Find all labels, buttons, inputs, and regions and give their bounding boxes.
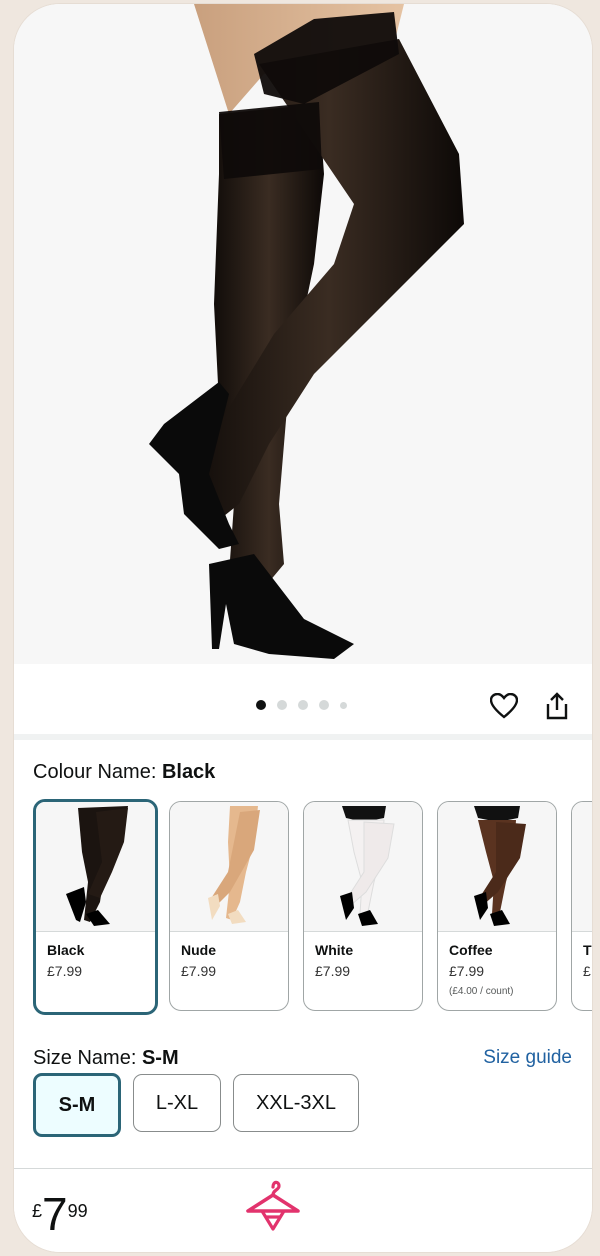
colour-swatch-coffee[interactable]: Coffee £7.99 (£4.00 / count)	[437, 801, 557, 1011]
colour-swatch-white[interactable]: White £7.99	[303, 801, 423, 1011]
price-fraction: 99	[67, 1201, 88, 1221]
share-button[interactable]	[539, 688, 575, 724]
size-option-xxl-3xl[interactable]: XXL-3XL	[233, 1074, 359, 1132]
page-dot-active[interactable]	[256, 700, 266, 710]
share-icon	[546, 692, 568, 720]
size-option-s-m[interactable]: S-M	[33, 1073, 121, 1137]
product-screen: Colour Name: Black Black £7.99 Nude £7.9…	[14, 4, 592, 1252]
price-display: £ 7 99	[32, 1191, 88, 1237]
page-dot[interactable]	[319, 700, 329, 710]
swatch-name: White	[315, 942, 354, 958]
swatch-price: £7.99	[315, 963, 351, 979]
stockings-photo	[149, 4, 464, 659]
heart-icon	[490, 693, 518, 719]
size-guide-link[interactable]: Size guide	[483, 1047, 572, 1069]
swatch-price: £7.99	[449, 963, 485, 979]
colour-swatch-partial[interactable]: T £	[571, 801, 592, 1011]
page-dot[interactable]	[340, 701, 347, 709]
gallery-pagination[interactable]	[256, 700, 347, 710]
colour-name-value: Black	[161, 761, 216, 783]
swatch-thumbnail	[572, 802, 592, 932]
wishlist-button[interactable]	[486, 688, 522, 724]
swatch-thumbnail	[170, 802, 288, 932]
colour-swatch-black[interactable]: Black £7.99	[33, 799, 158, 1015]
size-options: S-M L-XL XXL-3XL	[33, 1073, 359, 1137]
page-dot[interactable]	[277, 700, 287, 710]
colour-name-label: Colour Name: Black	[33, 761, 216, 783]
swatch-thumbnail	[36, 802, 155, 932]
colour-swatch-nude[interactable]: Nude £7.99	[169, 801, 289, 1011]
swatch-name: Nude	[181, 942, 216, 958]
bottom-bar: £ 7 99	[14, 1168, 592, 1252]
swatch-price: £7.99	[181, 963, 217, 979]
gallery-controls	[14, 664, 592, 740]
swatch-price: £	[583, 963, 591, 979]
swatch-thumbnail	[438, 802, 556, 932]
swatch-name: T	[583, 942, 592, 958]
swatch-thumbnail	[304, 802, 422, 932]
size-name-value: S-M	[141, 1047, 179, 1069]
page-dot[interactable]	[298, 700, 308, 710]
swatch-price: £7.99	[47, 963, 83, 979]
colour-swatch-list[interactable]: Black £7.99 Nude £7.99 White £7.99 Coffe…	[33, 797, 592, 1017]
size-name-label: Size Name: S-M	[33, 1047, 179, 1069]
product-image[interactable]	[14, 4, 592, 664]
swatch-unit-price: (£4.00 / count)	[449, 986, 514, 997]
size-option-l-xl[interactable]: L-XL	[133, 1074, 221, 1132]
price-currency: £	[32, 1201, 43, 1221]
price-whole: 7	[42, 1188, 68, 1240]
hanger-logo-icon	[244, 1177, 302, 1240]
swatch-name: Black	[47, 942, 85, 958]
swatch-name: Coffee	[449, 942, 493, 958]
